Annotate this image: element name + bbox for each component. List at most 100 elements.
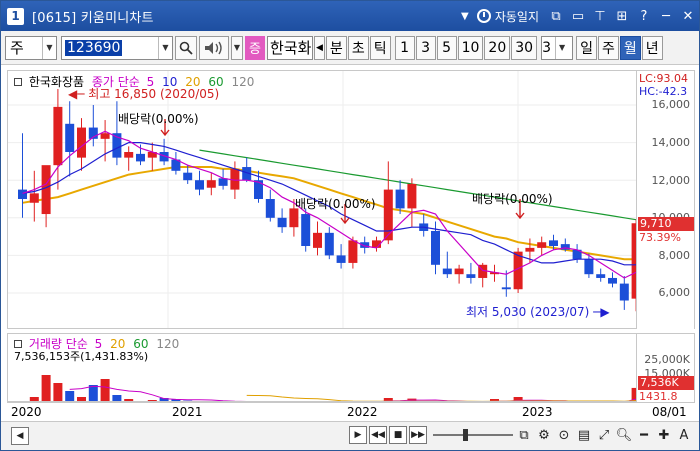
interval-3-button[interactable]: 3	[415, 35, 436, 60]
close-icon[interactable]: ✕	[677, 5, 699, 27]
candle[interactable]	[277, 208, 287, 233]
grid-icon[interactable]: ⊞	[611, 5, 633, 27]
expand-icon[interactable]: ⤢	[595, 426, 613, 444]
volume-bar[interactable]	[41, 375, 51, 402]
candle[interactable]	[560, 238, 570, 252]
layout-icon[interactable]: ▤	[575, 426, 593, 444]
legend-ma120: 120	[231, 75, 255, 89]
year-label: 2021	[172, 405, 203, 419]
volume-bar[interactable]	[112, 395, 122, 402]
dropdown-menu-icon[interactable]: ▼	[457, 5, 473, 27]
interval-20-button[interactable]: 20	[484, 35, 511, 60]
pin-icon[interactable]: ⊤	[589, 5, 611, 27]
jeung-badge[interactable]: 증	[245, 35, 265, 60]
interval-10-button[interactable]: 10	[457, 35, 484, 60]
candle[interactable]	[608, 272, 617, 288]
candle[interactable]	[242, 157, 252, 183]
settings-icon[interactable]: ⚙	[535, 426, 553, 444]
zoom-out-icon[interactable]: ━	[635, 426, 653, 444]
title-bar[interactable]: 1 [0615] 키움미니차트 ▼ 자동일지 ⧉ ▭ ⊤ ⊞ ? ─ ✕	[1, 1, 699, 31]
text-tool-icon[interactable]: A	[675, 426, 693, 444]
window-number-badge[interactable]: 1	[7, 7, 24, 25]
scroll-left-icon[interactable]: ◀	[11, 427, 29, 445]
candle[interactable]	[18, 133, 27, 218]
chevron-down-icon[interactable]: ▼	[42, 36, 56, 59]
candle-body	[383, 189, 393, 241]
interval-30-button[interactable]: 30	[511, 35, 538, 60]
zoom-icon[interactable]: 🔍︎	[615, 426, 633, 444]
market-select[interactable]: 주 ▼	[5, 35, 57, 60]
candle[interactable]	[265, 189, 275, 222]
slider-handle[interactable]	[463, 429, 468, 441]
interval-count-select[interactable]: 3 ▼	[541, 35, 574, 60]
volume-axis[interactable]: 25,000K 15,000K 7,536K 1431.8	[637, 333, 695, 402]
candle[interactable]	[301, 208, 311, 252]
volume-chart-panel[interactable]: 거래량 단순 5 20 60 120 7,536,153주(1,431.83%)	[7, 333, 637, 402]
high-annotation-text: 최고 16,850 (2020/05)	[88, 87, 220, 101]
copy-icon[interactable]: ⧉	[515, 426, 533, 444]
link-icon[interactable]: ⊙	[555, 426, 573, 444]
range-day-button[interactable]: 일	[576, 35, 597, 60]
period-second-button[interactable]: 초	[347, 35, 369, 60]
price-tick: 14,000	[651, 136, 691, 149]
speaker-icon[interactable]	[199, 35, 229, 60]
candle[interactable]	[147, 142, 157, 171]
interval-1-button[interactable]: 1	[394, 35, 415, 60]
zoom-in-icon[interactable]: ✚	[655, 426, 673, 444]
clock-icon	[476, 9, 491, 23]
range-month-button[interactable]: 월	[619, 35, 641, 60]
period-tick-button[interactable]: 틱	[369, 35, 391, 60]
speaker-dropdown-icon[interactable]: ▼	[231, 35, 243, 60]
candle-body	[584, 259, 594, 275]
dividend-label-1: 배당락(0.00%)	[118, 112, 199, 126]
chevron-down-icon[interactable]: ▼	[555, 36, 568, 59]
candle-body	[136, 153, 145, 162]
stock-code-value[interactable]: 123690	[65, 39, 123, 56]
help-icon[interactable]: ?	[633, 5, 655, 27]
slider-track	[433, 434, 513, 436]
candle[interactable]	[171, 152, 181, 175]
candle[interactable]	[195, 170, 204, 196]
market-value: 주	[10, 39, 24, 57]
candle[interactable]	[407, 178, 417, 228]
price-chart-panel[interactable]: 한국화장품 종가 단순 5 10 20 60 120 ◀─ 최고 16,850 …	[7, 70, 637, 329]
search-icon[interactable]	[175, 35, 197, 60]
candle[interactable]	[206, 172, 216, 196]
restore-icon[interactable]: ⧉	[545, 5, 567, 27]
scroll-right-icon[interactable]: ▶	[349, 426, 367, 444]
candle[interactable]	[53, 89, 63, 190]
candle[interactable]	[619, 276, 629, 310]
candle[interactable]	[336, 244, 346, 269]
minimize-icon[interactable]: ▭	[567, 5, 589, 27]
candle[interactable]	[124, 146, 134, 171]
volume-bar[interactable]	[53, 383, 63, 402]
candle[interactable]	[29, 170, 39, 222]
range-year-button[interactable]: 년	[641, 35, 663, 60]
candle[interactable]	[324, 227, 334, 260]
fast-forward-icon[interactable]: ▶▶	[409, 426, 427, 444]
candle[interactable]	[596, 268, 606, 282]
candle-body	[407, 183, 417, 209]
volume-bar[interactable]	[65, 391, 75, 402]
candle[interactable]	[313, 221, 322, 256]
interval-5-button[interactable]: 5	[436, 35, 457, 60]
stock-name-field[interactable]: 한국화장품	[267, 35, 313, 60]
candle[interactable]	[466, 262, 476, 284]
chevron-down-icon[interactable]: ▼	[158, 36, 172, 59]
auto-journal-button[interactable]: 자동일지	[476, 8, 539, 25]
rewind-icon[interactable]: ◀◀	[369, 426, 387, 444]
stop-icon[interactable]: ■	[389, 426, 407, 444]
volume-bar[interactable]	[100, 379, 110, 402]
stock-code-input[interactable]: 123690 ▼	[61, 35, 173, 60]
candle[interactable]	[65, 101, 75, 177]
minimize-window-icon[interactable]: ─	[655, 5, 677, 27]
period-minute-button[interactable]: 분	[325, 35, 347, 60]
candle-body	[277, 217, 287, 228]
candle[interactable]	[537, 236, 547, 256]
range-week-button[interactable]: 주	[597, 35, 619, 60]
volume-bar[interactable]	[88, 385, 98, 402]
scroll-left-icon[interactable]: ◀	[314, 35, 325, 60]
candle[interactable]	[454, 264, 464, 284]
price-axis[interactable]: LC:93.04 HC:-42.3 16,000 14,000 12,000 1…	[637, 70, 695, 329]
zoom-slider[interactable]	[433, 426, 513, 444]
